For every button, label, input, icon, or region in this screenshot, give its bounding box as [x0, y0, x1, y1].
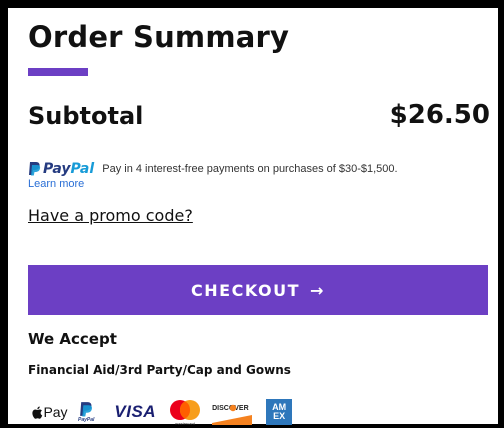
apple-pay-logo: Pay [28, 404, 72, 420]
paypal-p-icon [29, 162, 41, 176]
paypal-small-logo: PayPal [78, 401, 94, 423]
paypal-pay-in-4-message: PayPal Pay in 4 interest-free payments o… [28, 158, 490, 191]
mastercard-text: mastercard [175, 420, 196, 426]
subtotal-row: Subtotal $26.50 [28, 100, 490, 140]
amex-text-bottom: EX [273, 411, 286, 421]
apple-icon [32, 406, 43, 419]
checkout-button[interactable]: CHECKOUT → [28, 265, 488, 315]
apple-pay-text: Pay [43, 404, 68, 420]
discover-orange-swoosh-icon [212, 404, 253, 425]
visa-logo: VISA [114, 402, 157, 421]
subtotal-label: Subtotal [28, 102, 144, 130]
order-summary-panel: Order Summary Subtotal $26.50 PayPal Pay… [0, 0, 504, 428]
financial-aid-text: Financial Aid/3rd Party/Cap and Gowns [28, 363, 291, 377]
paypal-learn-more-link[interactable]: Learn more [28, 178, 490, 190]
paypal-logo: PayPal [28, 161, 94, 177]
paypal-p-small-icon [80, 402, 93, 417]
paypal-message-text: Pay in 4 interest-free payments on purch… [102, 162, 398, 175]
paypal-wordmark-pal: Pal [70, 160, 95, 177]
we-accept-heading: We Accept [28, 330, 117, 348]
paypal-wordmark: PayPal [43, 161, 94, 177]
mastercard-circles-icon [170, 399, 201, 420]
amex-logo: AM EX [266, 399, 293, 425]
paypal-small-text: PayPal [78, 417, 95, 423]
arrow-right-icon: → [310, 280, 325, 300]
mastercard-logo: mastercard [168, 399, 202, 426]
checkout-button-label: CHECKOUT [191, 280, 301, 300]
promo-code-link[interactable]: Have a promo code? [28, 206, 193, 225]
paypal-wordmark-pay: Pay [43, 160, 71, 177]
discover-logo: DISCOVER [212, 399, 253, 425]
title-underline-accent [28, 68, 88, 76]
payment-methods: Pay PayPal VISA mastercard DISCOV [28, 397, 490, 427]
subtotal-value: $26.50 [389, 100, 490, 130]
page-title: Order Summary [28, 20, 290, 54]
